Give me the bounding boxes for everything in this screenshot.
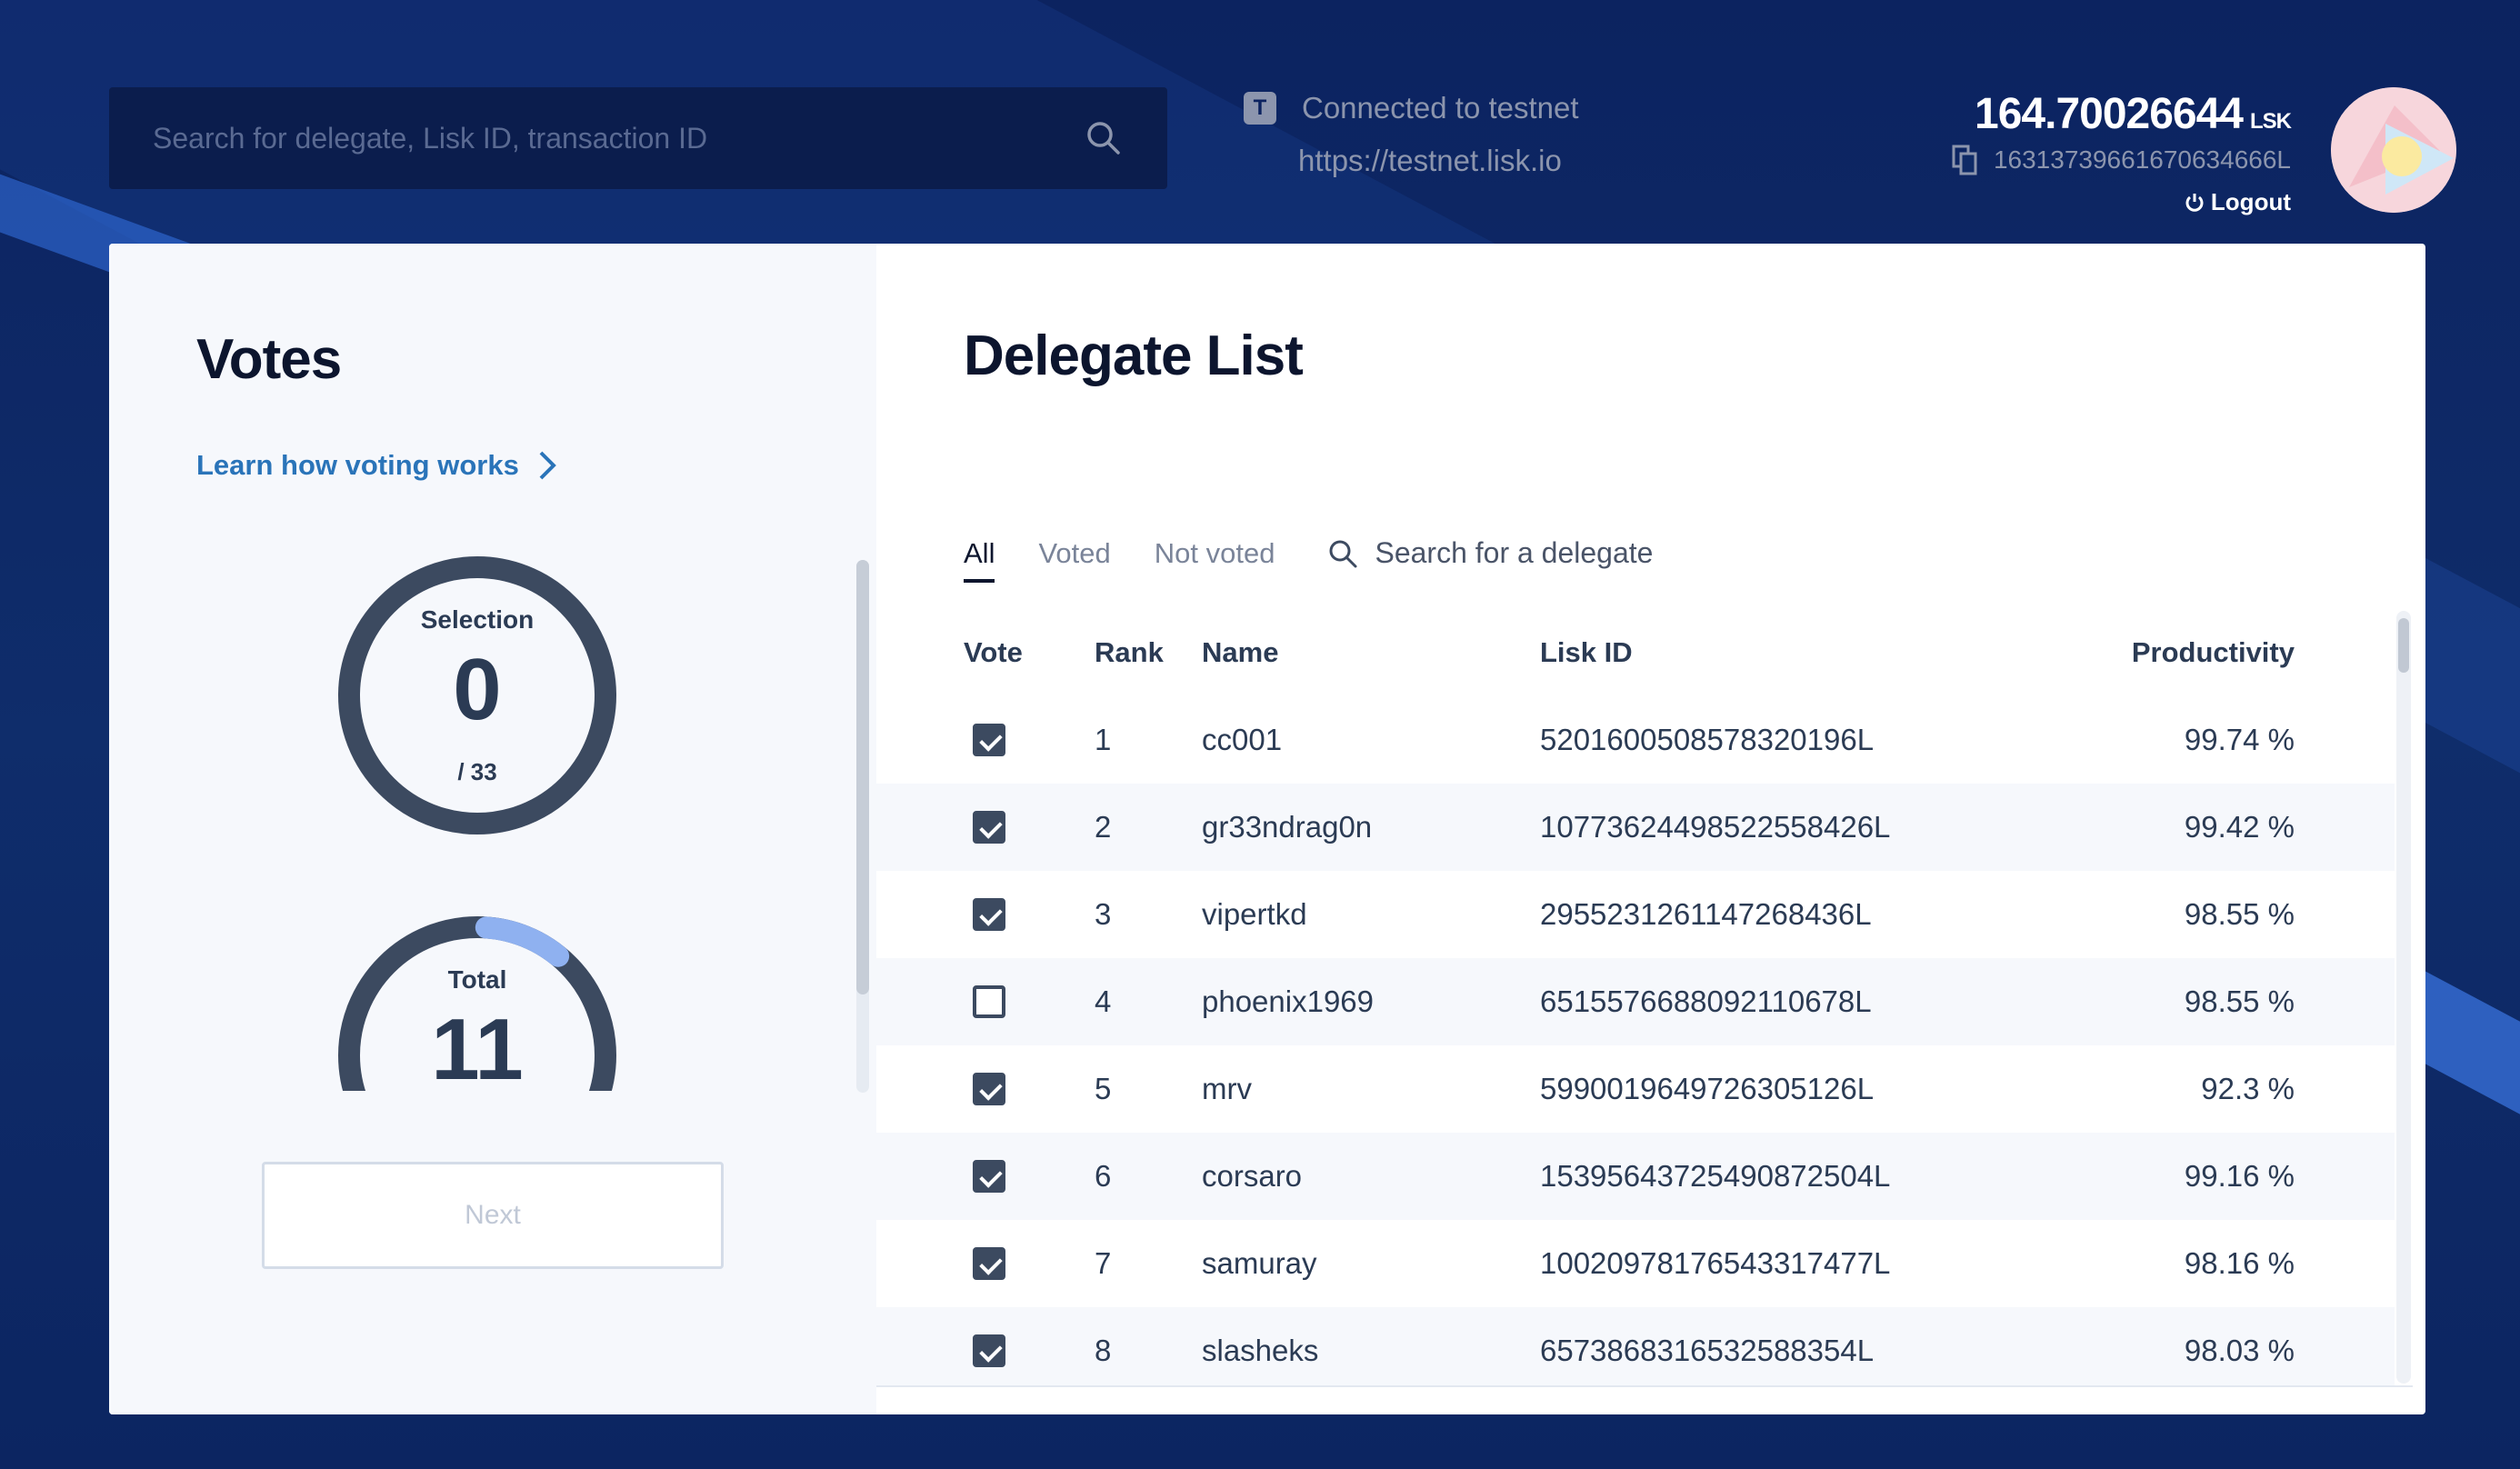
col-name: Name xyxy=(1202,636,1279,668)
search-icon[interactable] xyxy=(1084,118,1124,158)
name-cell: corsaro xyxy=(1202,1159,1303,1193)
vote-checkbox[interactable] xyxy=(973,1160,1005,1193)
col-lisk-id: Lisk ID xyxy=(1540,636,1633,668)
account-info: 164.70026644 LSK 16313739661670634666L Lo… xyxy=(1952,89,2292,218)
table-row[interactable]: 3 vipertkd 2955231261147268436L 98.55 % xyxy=(876,871,2395,958)
rank-cell: 1 xyxy=(1095,723,1112,756)
tab-all[interactable]: All xyxy=(964,537,995,583)
global-search[interactable] xyxy=(109,87,1167,189)
lisk-id-cell: 6573868316532588354L xyxy=(1540,1334,1875,1367)
network-info: T Connected to testnet https://testnet.li… xyxy=(1244,91,1579,178)
next-button[interactable]: Next xyxy=(262,1162,724,1269)
table-row[interactable]: 7 samuray 10020978176543317477L 98.16 % xyxy=(876,1220,2395,1307)
productivity-cell: 98.55 % xyxy=(2184,897,2295,931)
tab-not-voted[interactable]: Not voted xyxy=(1155,537,1275,583)
productivity-cell: 98.16 % xyxy=(2184,1246,2295,1280)
name-cell: cc001 xyxy=(1202,723,1283,756)
productivity-cell: 92.3 % xyxy=(2201,1072,2295,1105)
account-address[interactable]: 16313739661670634666L xyxy=(1952,145,2291,175)
name-cell: vipertkd xyxy=(1202,897,1307,931)
selection-value: 0 xyxy=(453,641,502,738)
network-url: https://testnet.lisk.io xyxy=(1298,144,1562,177)
lisk-id-cell: 15395643725490872504L xyxy=(1540,1159,1891,1193)
productivity-cell: 98.03 % xyxy=(2184,1334,2295,1367)
rank-cell: 5 xyxy=(1095,1072,1112,1105)
votes-panel: Votes Learn how voting works Selection 0… xyxy=(109,244,876,1414)
delegate-list-title: Delegate List xyxy=(964,325,1304,387)
productivity-cell: 99.74 % xyxy=(2184,723,2295,756)
vote-checkbox[interactable] xyxy=(973,898,1005,931)
table-scrollbar[interactable] xyxy=(2396,611,2411,1384)
table-scrollbar-thumb[interactable] xyxy=(2398,618,2409,673)
delegate-search[interactable] xyxy=(1327,536,1757,583)
productivity-cell: 99.42 % xyxy=(2184,810,2295,844)
rank-cell: 2 xyxy=(1095,810,1112,844)
vote-checkbox[interactable] xyxy=(973,1073,1005,1105)
productivity-cell: 99.16 % xyxy=(2184,1159,2295,1193)
table-row[interactable]: 6 corsaro 15395643725490872504L 99.16 % xyxy=(876,1133,2395,1220)
learn-voting-link[interactable]: Learn how voting works xyxy=(196,449,557,482)
col-vote: Vote xyxy=(964,636,1023,668)
lisk-id-cell: 2955231261147268436L xyxy=(1540,897,1872,931)
lisk-id-cell: 5990019649726305126L xyxy=(1540,1072,1875,1105)
lisk-id-cell: 5201600508578320196L xyxy=(1540,723,1875,756)
rank-cell: 3 xyxy=(1095,897,1112,931)
name-cell: slasheks xyxy=(1202,1334,1319,1367)
vote-checkbox[interactable] xyxy=(973,811,1005,844)
rank-cell: 6 xyxy=(1095,1159,1112,1193)
table-row[interactable]: 8 slasheks 6573868316532588354L 98.03 % xyxy=(876,1307,2395,1385)
account-balance: 164.70026644 LSK xyxy=(1975,90,2292,138)
delegate-list-panel: Delegate List All Voted Not voted Vote R… xyxy=(876,244,2425,1414)
vote-checkbox[interactable] xyxy=(973,1247,1005,1280)
top-bar: T Connected to testnet https://testnet.li… xyxy=(0,0,2520,244)
col-rank: Rank xyxy=(1095,636,1164,668)
vote-checkbox[interactable] xyxy=(973,724,1005,756)
votes-scrollbar-thumb[interactable] xyxy=(856,560,869,994)
lisk-id-cell: 6515576688092110678L xyxy=(1540,984,1872,1018)
delegate-search-input[interactable] xyxy=(1375,536,1757,570)
testnet-badge-icon: T xyxy=(1244,92,1276,125)
total-label: Total xyxy=(447,965,507,994)
name-cell: samuray xyxy=(1202,1246,1317,1280)
name-cell: gr33ndrag0n xyxy=(1202,810,1373,844)
lisk-id-cell: 10020978176543317477L xyxy=(1540,1246,1891,1280)
vote-checkbox[interactable] xyxy=(973,985,1005,1018)
votes-scrollbar[interactable] xyxy=(856,560,869,1093)
main-card: Votes Learn how voting works Selection 0… xyxy=(109,244,2425,1414)
logout-button[interactable]: Logout xyxy=(2184,188,2291,216)
copy-icon[interactable] xyxy=(1952,145,1977,175)
search-icon xyxy=(1329,540,1357,567)
rank-cell: 4 xyxy=(1095,984,1112,1018)
selection-label: Selection xyxy=(420,605,535,634)
votes-title: Votes xyxy=(196,328,342,391)
delegate-table: Vote Rank Name Lisk ID Productivity 1 cc… xyxy=(876,609,2413,1387)
table-row[interactable]: 1 cc001 5201600508578320196L 99.74 % xyxy=(876,696,2395,784)
global-search-input[interactable] xyxy=(153,121,1084,155)
chevron-right-icon xyxy=(539,451,556,480)
total-value: 11 xyxy=(431,1001,524,1098)
lisk-id-cell: 10773624498522558426L xyxy=(1540,810,1891,844)
avatar[interactable] xyxy=(2331,87,2456,213)
rank-cell: 7 xyxy=(1095,1246,1112,1280)
delegate-filters: All Voted Not voted xyxy=(964,536,1757,583)
productivity-cell: 98.55 % xyxy=(2184,984,2295,1018)
table-row[interactable]: 4 phoenix1969 6515576688092110678L 98.55… xyxy=(876,958,2395,1045)
tab-voted[interactable]: Voted xyxy=(1038,537,1110,583)
table-header: Vote Rank Name Lisk ID Productivity xyxy=(876,609,2395,696)
vote-checkbox[interactable] xyxy=(973,1334,1005,1367)
name-cell: phoenix1969 xyxy=(1202,984,1375,1018)
selection-max: / 33 xyxy=(457,758,497,785)
name-cell: mrv xyxy=(1202,1072,1252,1105)
table-row[interactable]: 5 mrv 5990019649726305126L 92.3 % xyxy=(876,1045,2395,1133)
table-row[interactable]: 2 gr33ndrag0n 10773624498522558426L 99.4… xyxy=(876,784,2395,871)
power-icon xyxy=(2185,193,2204,212)
rank-cell: 8 xyxy=(1095,1334,1112,1367)
col-productivity: Productivity xyxy=(2131,636,2295,668)
network-status: Connected to testnet xyxy=(1302,91,1579,125)
